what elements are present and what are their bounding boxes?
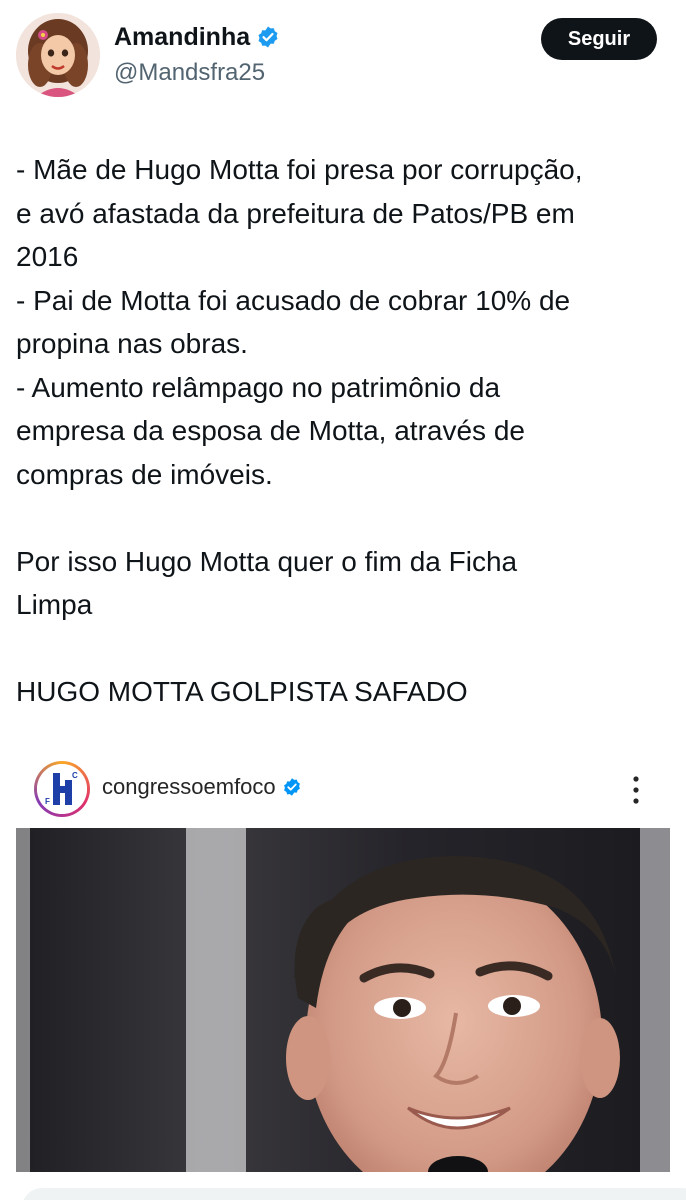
follow-button[interactable]: Seguir [541,18,657,60]
more-vertical-icon[interactable] [624,770,648,810]
tweet-line: - Aumento relâmpago no patrimônio da [16,371,501,403]
tweet-line: propina nas obras. [16,328,248,359]
embed-account-row: congressoemfoco [102,774,302,800]
tweet-line: 2016 [16,241,79,272]
tweet-line: - Mãe de Hugo Motta foi presa por corrup… [16,154,583,185]
verified-badge-icon [258,26,278,48]
avatar[interactable] [16,13,100,97]
tweet-line: e avó afastada da prefeitura de Patos/PB… [16,197,575,229]
tweet-line: compras de imóveis. [16,458,273,490]
embed-verified-badge-icon [283,778,300,796]
reply-input-pill[interactable] [22,1188,686,1200]
tweet-line: Por isso Hugo Motta quer o fim da Ficha [16,545,518,577]
user-handle[interactable]: @Mandsfra25 [114,58,265,88]
display-name-row: Amandinha [114,22,280,52]
embed-account-name[interactable]: congressoemfoco [102,774,276,800]
svg-text:C: C [72,771,78,780]
person-photo [16,828,670,1172]
svg-text:F: F [45,797,50,806]
tweet-line: Limpa [16,589,93,620]
tweet-line: empresa da esposa de Motta, através de [16,415,525,446]
tweet-line: - Pai de Motta foi acusado de cobrar 10%… [16,284,571,316]
avatar-illustration [16,13,100,97]
tweet-header: Amandinha @Mandsfra25 Seguir [0,0,686,110]
embed-logo-ring[interactable]: C F [34,761,90,817]
tweet-line [16,496,676,540]
tweet-page: Amandinha @Mandsfra25 Seguir - Mãe de Hu… [0,0,686,1200]
tweet-line [16,627,676,671]
display-name[interactable]: Amandinha [114,22,250,52]
embedded-post[interactable]: C F congressoemfoco [16,740,670,1172]
bottom-bar [0,1172,686,1200]
embedded-post-header: C F congressoemfoco [16,740,670,828]
embed-photo[interactable] [16,828,670,1172]
congresso-em-foco-logo-icon: C F [37,764,87,814]
tweet-text: - Mãe de Hugo Motta foi presa por corrup… [16,148,676,714]
tweet-line: HUGO MOTTA GOLPISTA SAFADO [16,676,468,707]
